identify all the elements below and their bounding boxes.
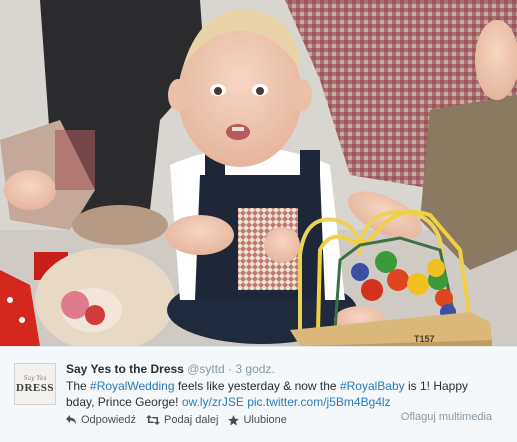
avatar-small-text: Say Yes [23,374,47,382]
author-username[interactable]: @syttd [187,362,225,376]
reply-icon [66,415,76,424]
reply-label: Odpowiedź [81,414,137,426]
header-separator: · [228,362,233,376]
tweet-card: T157 Say Yes DRESS Say Yes to the Dress … [0,0,517,442]
avatar[interactable]: Say Yes DRESS [14,363,56,405]
flag-media-link[interactable]: Oflaguj multimedia [401,411,492,423]
tweet-media-photo[interactable]: T157 [0,0,517,346]
tweet-text-part: feels like yesterday & now the [174,379,340,393]
author-fullname[interactable]: Say Yes to the Dress [66,362,184,376]
hashtag-royalwedding[interactable]: #RoyalWedding [90,379,175,393]
hashtag-royalbaby[interactable]: #RoyalBaby [340,379,405,393]
reply-button[interactable]: Odpowiedź [66,414,136,426]
tweet-body: Say Yes DRESS Say Yes to the Dress @sytt… [0,346,517,442]
tweet-text-part: The [66,379,91,393]
toy-label: T157 [414,334,435,344]
favorite-label: Ulubione [243,414,287,426]
favorite-button[interactable]: Ulubione [228,414,287,426]
tweet-timestamp[interactable]: 3 godz. [235,362,274,376]
tweet-text: The #RoyalWedding feels like yesterday &… [66,378,496,410]
short-link[interactable]: ow.ly/zrJSE [182,395,244,409]
star-icon [228,414,240,425]
retweet-label: Podaj dalej [164,414,219,426]
tweet-header: Say Yes to the Dress @syttd · 3 godz. [66,361,506,377]
tweet-content: Say Yes to the Dress @syttd · 3 godz. Th… [66,361,506,410]
avatar-big-text: DRESS [16,381,54,394]
retweet-icon [146,415,161,425]
tweet-actions: Odpowiedź Podaj dalej Ulubione [66,413,297,427]
pic-link[interactable]: pic.twitter.com/j5Bm4Bg4lz [247,395,390,409]
retweet-button[interactable]: Podaj dalej [146,414,218,426]
